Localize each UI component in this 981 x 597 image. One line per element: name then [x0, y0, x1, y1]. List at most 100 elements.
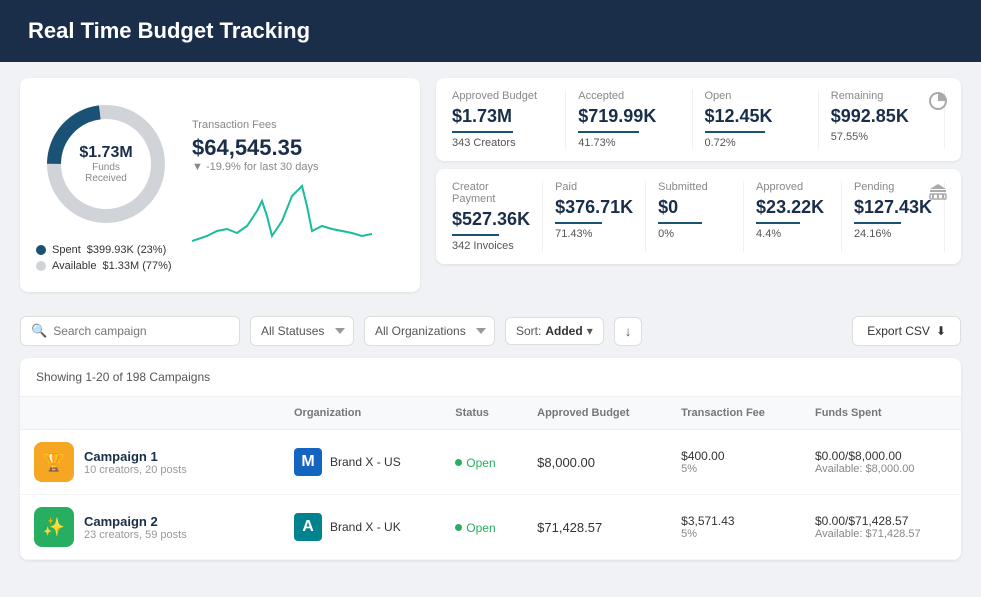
col-funds-spent: Funds Spent: [801, 397, 961, 430]
table-header-row: Organization Status Approved Budget Tran…: [20, 397, 961, 430]
org-filter[interactable]: All Organizations: [364, 316, 495, 346]
creator-payment-underline: [452, 234, 499, 236]
col-approved-budget: Approved Budget: [523, 397, 667, 430]
funds-spent-available: Available: $8,000.00: [815, 463, 947, 475]
transaction-section: Transaction Fees $64,545.35 ▼ -19.9% for…: [192, 119, 404, 251]
pending-value: $127.43K: [854, 197, 932, 218]
campaign-cell: 🏆 Campaign 1 10 creators, 20 posts: [20, 430, 280, 495]
accepted-col: Accepted $719.99K 41.73%: [566, 90, 692, 149]
search-input[interactable]: [53, 324, 213, 338]
submitted-value: $0: [658, 197, 731, 218]
open-underline: [705, 131, 766, 133]
pending-underline: [854, 222, 901, 224]
open-col: Open $12.45K 0.72%: [693, 90, 819, 149]
campaign-meta: 23 creators, 59 posts: [84, 529, 187, 541]
creator-payment-col: Creator Payment $527.36K 342 Invoices: [452, 181, 543, 252]
open-value: $12.45K: [705, 106, 806, 127]
submitted-sub: 0%: [658, 228, 731, 240]
status-label: Open: [466, 521, 495, 535]
tx-fee-pct: 5%: [681, 463, 787, 475]
campaign-name: Campaign 1: [84, 449, 187, 464]
creator-payment-row: Creator Payment $527.36K 342 Invoices Pa…: [436, 169, 961, 264]
status-cell: Open: [441, 430, 523, 495]
tx-change: ▼ -19.9% for last 30 days: [192, 161, 404, 173]
funds-spent-value: $0.00/$8,000.00: [815, 449, 947, 463]
tx-change-suffix: for last 30 days: [244, 161, 319, 173]
approved-budget-label: Approved Budget: [452, 90, 553, 102]
org-logo: A: [294, 513, 322, 541]
spent-value: $399.93K (23%): [87, 244, 167, 256]
remaining-label: Remaining: [831, 90, 932, 102]
tx-change-pct: ▼ -19.9%: [192, 161, 241, 173]
funds-spent-value: $0.00/$71,428.57: [815, 514, 947, 528]
table-row[interactable]: ✨ Campaign 2 23 creators, 59 posts A Bra…: [20, 495, 961, 560]
spent-dot: [36, 245, 46, 255]
sort-wrap: Sort: Added ▾: [505, 317, 604, 345]
available-dot: [36, 261, 46, 271]
approved-budget-cell: $8,000.00: [523, 430, 667, 495]
col-organization: Organization: [280, 397, 441, 430]
legend-available: Available $1.33M (77%): [36, 260, 176, 272]
org-logo: M: [294, 448, 322, 476]
table-body: 🏆 Campaign 1 10 creators, 20 posts M Bra…: [20, 430, 961, 560]
org-name: Brand X - UK: [330, 520, 401, 534]
accepted-underline: [578, 131, 639, 133]
col-status: Status: [441, 397, 523, 430]
bank-icon[interactable]: [927, 181, 949, 206]
status-badge: Open: [455, 456, 495, 470]
col-transaction-fee: Transaction Fee: [667, 397, 801, 430]
status-cell: Open: [441, 495, 523, 560]
remaining-value: $992.85K: [831, 106, 932, 127]
search-wrap[interactable]: 🔍: [20, 316, 240, 346]
campaign-name: Campaign 2: [84, 514, 187, 529]
filter-bar: 🔍 All Statuses All Organizations Sort: A…: [0, 308, 981, 358]
campaigns-table-wrap: Showing 1-20 of 198 Campaigns Organizati…: [20, 358, 961, 560]
table-row[interactable]: 🏆 Campaign 1 10 creators, 20 posts M Bra…: [20, 430, 961, 495]
right-stats-cards: Approved Budget $1.73M 343 Creators Acce…: [436, 78, 961, 292]
available-value: $1.33M (77%): [102, 260, 171, 272]
status-badge: Open: [455, 521, 495, 535]
cp-approved-sub: 4.4%: [756, 228, 829, 240]
status-filter[interactable]: All Statuses: [250, 316, 354, 346]
approved-budget-col: Approved Budget $1.73M 343 Creators: [452, 90, 566, 149]
paid-col: Paid $376.71K 71.43%: [543, 181, 646, 252]
accepted-sub: 41.73%: [578, 137, 679, 149]
status-dot: [455, 524, 462, 531]
campaign-avatar: ✨: [34, 507, 74, 547]
showing-label: Showing 1-20 of 198 Campaigns: [20, 358, 961, 397]
approved-budget-cell: $71,428.57: [523, 495, 667, 560]
status-label: Open: [466, 456, 495, 470]
cp-approved-col: Approved $23.22K 4.4%: [744, 181, 842, 252]
tx-label: Transaction Fees: [192, 119, 404, 131]
chart-pie-icon[interactable]: [927, 90, 949, 115]
donut-center-text: $1.73M Funds Received: [71, 144, 141, 184]
pending-sub: 24.16%: [854, 228, 932, 240]
creator-payment-label: Creator Payment: [452, 181, 530, 205]
approved-budget-value: $1.73M: [452, 106, 553, 127]
tx-amount: $64,545.35: [192, 135, 404, 161]
donut-legend: Spent $399.93K (23%) Available $1.33M (7…: [36, 244, 176, 272]
campaign-meta: 10 creators, 20 posts: [84, 464, 187, 476]
col-campaign: [20, 397, 280, 430]
donut-label: Funds Received: [71, 162, 141, 184]
org-cell: A Brand X - UK: [280, 495, 441, 560]
org-name: Brand X - US: [330, 455, 401, 469]
tx-fee-cell: $400.00 5%: [667, 430, 801, 495]
paid-sub: 71.43%: [555, 228, 633, 240]
page-title: Real Time Budget Tracking: [28, 18, 310, 43]
sparkline-chart: [192, 181, 404, 251]
paid-label: Paid: [555, 181, 633, 193]
remaining-sub: 57.55%: [831, 131, 932, 143]
sort-label: Sort:: [516, 324, 541, 338]
funds-spent-cell: $0.00/$71,428.57 Available: $71,428.57: [801, 495, 961, 560]
pending-label: Pending: [854, 181, 932, 193]
accepted-label: Accepted: [578, 90, 679, 102]
sort-direction-button[interactable]: ↓: [614, 317, 643, 346]
export-csv-button[interactable]: Export CSV ⬇: [852, 316, 961, 346]
approved-budget-underline: [452, 131, 513, 133]
paid-underline: [555, 222, 602, 224]
sort-chevron-icon[interactable]: ▾: [587, 324, 593, 338]
download-icon: ⬇: [936, 324, 946, 338]
approved-budget-row: Approved Budget $1.73M 343 Creators Acce…: [436, 78, 961, 161]
donut-chart: $1.73M Funds Received: [36, 94, 176, 234]
